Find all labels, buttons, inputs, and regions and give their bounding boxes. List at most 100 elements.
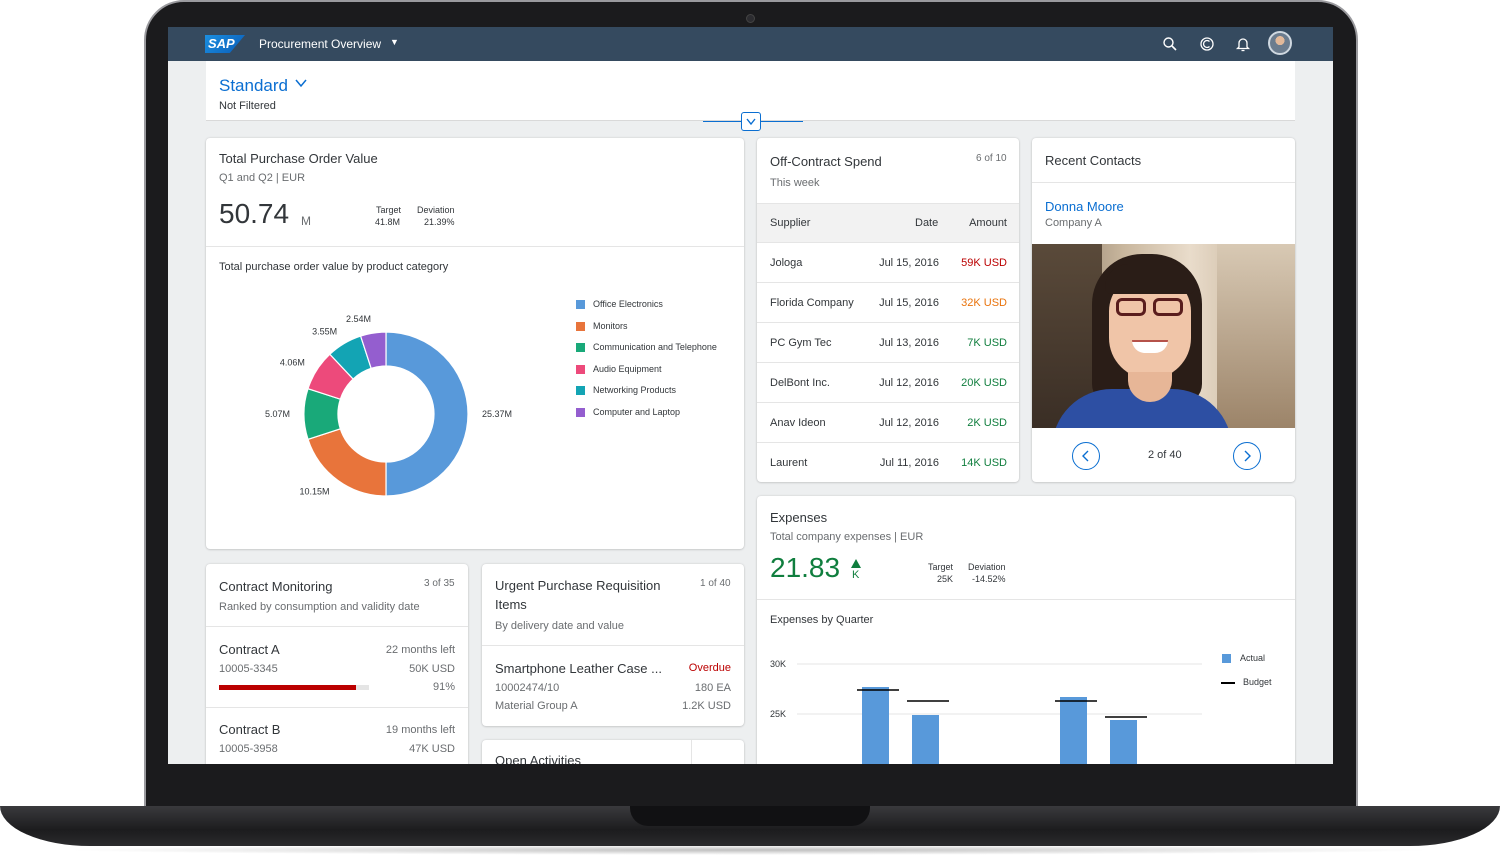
column-header-date[interactable]: Date (915, 217, 938, 229)
sap-logo[interactable]: SAP (205, 35, 245, 53)
card-purchase-order-value[interactable]: Total Purchase Order Value Q1 and Q2 | E… (206, 138, 744, 549)
donut-data-label: 25.37M (482, 409, 512, 419)
collapse-header-button[interactable] (741, 112, 761, 131)
cell-amount: 20K USD (961, 377, 1007, 389)
target-value: 41.8M (375, 217, 401, 227)
donut-slice-office-electronics[interactable] (385, 331, 469, 497)
app-title[interactable]: Procurement Overview (259, 37, 381, 51)
legend-label[interactable]: Office Electronics (593, 299, 663, 309)
target-label: Target (376, 205, 402, 215)
table-row[interactable]: Jologa Jul 15, 2016 59K USD (757, 243, 1019, 283)
card-subtitle: Q1 and Q2 | EUR (219, 172, 306, 184)
kpi-value: 21.83 (770, 552, 841, 583)
card-title: Recent Contacts (1045, 153, 1142, 168)
donut-data-label: 3.55M (312, 326, 337, 336)
divider (482, 645, 744, 646)
cell-date: Jul 15, 2016 (879, 297, 939, 309)
cell-supplier: Florida Company (770, 297, 854, 309)
chart-title: Total purchase order value by product ca… (219, 261, 449, 273)
card-contract-monitoring[interactable]: Contract Monitoring 3 of 35 Ranked by co… (206, 564, 468, 764)
card-recent-contacts[interactable]: Recent Contacts Donna Moore Company A 2 … (1032, 138, 1295, 482)
divider (206, 626, 468, 627)
bar-actual[interactable] (912, 715, 939, 764)
column-header-amount[interactable]: Amount (969, 217, 1007, 229)
app-title-caret-icon[interactable]: ▼ (390, 37, 399, 47)
requisition-status: Overdue (688, 662, 731, 674)
bar-actual[interactable] (1060, 697, 1087, 764)
requisition-item-name[interactable]: Smartphone Leather Case ... (495, 661, 662, 676)
contract-name[interactable]: Contract B (219, 722, 280, 737)
table-row[interactable]: PC Gym Tec Jul 13, 2016 7K USD (757, 323, 1019, 363)
card-subtitle: This week (770, 177, 820, 189)
card-title-line2: Items (495, 597, 527, 612)
legend-swatch (576, 364, 585, 374)
table-row[interactable]: DelBont Inc. Jul 12, 2016 20K USD (757, 363, 1019, 403)
cell-amount: 14K USD (961, 457, 1007, 469)
variant-selector[interactable]: Standard (219, 76, 288, 96)
cell-date: Jul 12, 2016 (879, 377, 939, 389)
table-row[interactable]: Laurent Jul 11, 2016 14K USD (757, 443, 1019, 482)
legend-swatch (576, 321, 585, 331)
requisition-value: 1.2K USD (682, 700, 731, 712)
bell-icon[interactable] (1234, 35, 1252, 53)
card-open-activities[interactable]: Open Activities (482, 740, 744, 764)
divider (757, 599, 1295, 600)
chevron-down-icon[interactable] (295, 77, 307, 89)
legend-swatch (576, 300, 585, 309)
legend-label[interactable]: Computer and Laptop (593, 407, 680, 417)
legend-swatch (576, 386, 585, 396)
table-row[interactable]: Anav Ideon Jul 12, 2016 2K USD (757, 403, 1019, 443)
target-value: 25K (937, 574, 954, 584)
card-title: Urgent Purchase Requisition (495, 578, 661, 593)
deviation-label: Deviation (968, 562, 1006, 572)
contract-value: 50K USD (409, 663, 455, 675)
avatar[interactable] (1268, 31, 1292, 55)
laptop-shadow (60, 845, 1440, 855)
column-header-supplier[interactable]: Supplier (770, 217, 810, 229)
bar-actual[interactable] (862, 687, 889, 764)
copilot-icon[interactable] (1198, 35, 1216, 53)
contact-pager: 2 of 40 (1148, 449, 1182, 461)
kpi-unit: K (852, 569, 860, 581)
laptop-notch (630, 806, 870, 826)
contract-percent: 91% (432, 681, 455, 693)
divider (206, 707, 468, 708)
deviation-value: -14.52% (972, 574, 1006, 584)
legend-label[interactable]: Networking Products (593, 385, 676, 395)
trend-up-icon (851, 559, 861, 568)
contact-company: Company A (1045, 217, 1102, 229)
cell-amount: 2K USD (967, 417, 1007, 429)
legend-label[interactable]: Communication and Telephone (593, 342, 717, 352)
chevron-right-icon (1244, 450, 1251, 462)
legend-label[interactable]: Monitors (593, 321, 628, 331)
legend-swatch (576, 408, 585, 417)
card-subtitle: Ranked by consumption and validity date (219, 601, 420, 613)
expenses-bar-chart[interactable]: 30K 25K (757, 646, 1295, 764)
next-contact-button[interactable] (1233, 442, 1261, 470)
card-count: 3 of 35 (424, 578, 455, 589)
card-expenses[interactable]: Expenses Total company expenses | EUR 21… (757, 496, 1295, 764)
bar-actual[interactable] (1110, 720, 1137, 764)
divider (691, 740, 692, 764)
card-off-contract-spend[interactable]: Off-Contract Spend 6 of 10 This week Sup… (757, 138, 1019, 482)
legend-label[interactable]: Audio Equipment (593, 364, 662, 374)
cell-date: Jul 12, 2016 (879, 417, 939, 429)
cell-supplier: DelBont Inc. (770, 377, 830, 389)
card-count: 6 of 10 (976, 153, 1007, 164)
table-row[interactable]: Florida Company Jul 15, 2016 32K USD (757, 283, 1019, 323)
requisition-quantity: 180 EA (694, 682, 731, 694)
previous-contact-button[interactable] (1072, 442, 1100, 470)
contract-remaining: 22 months left (385, 644, 455, 656)
contract-name[interactable]: Contract A (219, 642, 280, 657)
card-count: 1 of 40 (700, 578, 731, 589)
card-urgent-purchase-requisition[interactable]: Urgent Purchase Requisition Items 1 of 4… (482, 564, 744, 726)
card-title: Open Activities (495, 753, 581, 764)
card-title: Contract Monitoring (219, 579, 333, 594)
contact-name[interactable]: Donna Moore (1045, 199, 1124, 214)
filter-status: Not Filtered (219, 100, 276, 112)
divider (206, 246, 744, 247)
contract-id: 10005-3958 (219, 743, 278, 755)
search-icon[interactable] (1161, 35, 1179, 53)
y-tick-label: 30K (770, 659, 786, 669)
donut-chart[interactable]: 25.37M 10.15M 5.07M 4.06M 3.55M 2.54M (206, 288, 546, 518)
